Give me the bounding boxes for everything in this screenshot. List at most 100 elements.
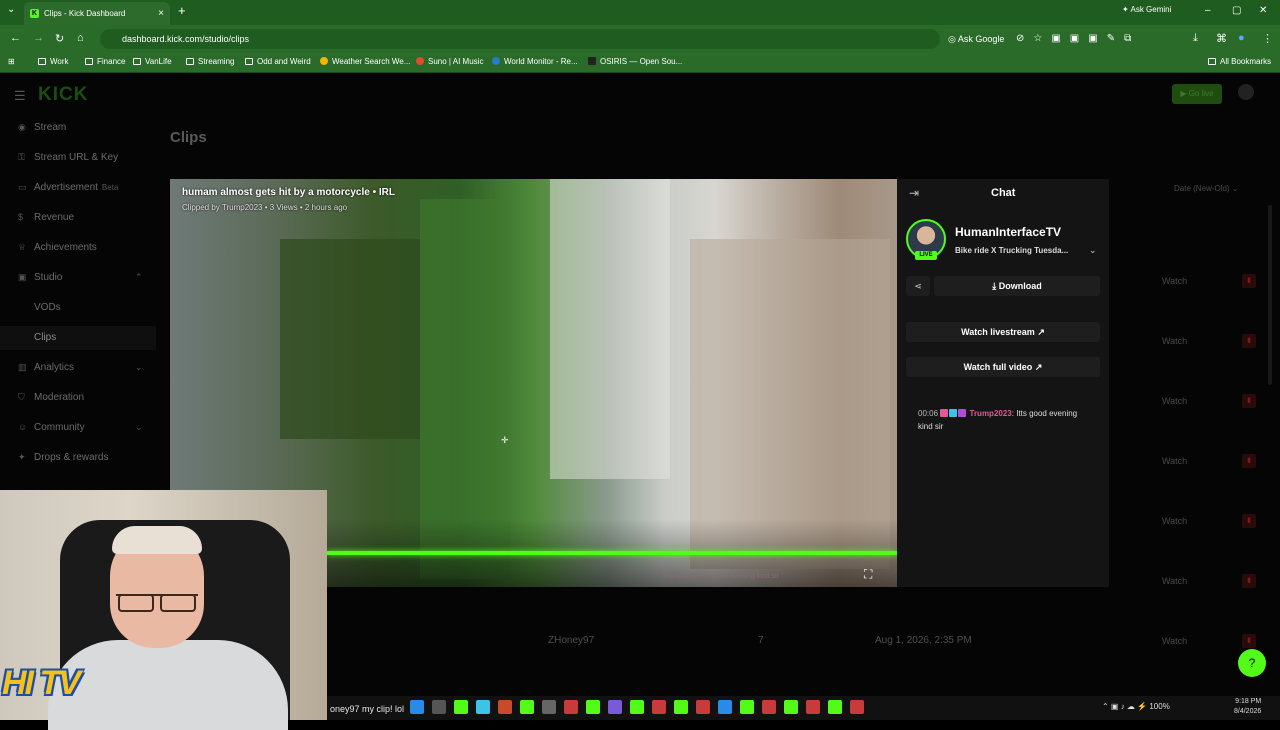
profile-icon[interactable]: ●: [1238, 32, 1245, 44]
maximize-icon[interactable]: ▢: [1232, 5, 1241, 16]
share-button[interactable]: ⋖: [906, 276, 930, 296]
collapse-chat-icon[interactable]: ⇥: [909, 186, 919, 200]
downloads-icon[interactable]: ⤓: [1193, 32, 1198, 45]
bookmark-suno[interactable]: Suno | AI Music: [416, 57, 483, 66]
sidebar-item-moderation[interactable]: ⛉ Moderation: [18, 392, 84, 403]
system-tray[interactable]: ⌃ ▣ ♪ ☁ ⚡ 100%: [1102, 702, 1170, 711]
edge-icon[interactable]: [718, 700, 732, 714]
sidebar-item-clips[interactable]: Clips: [34, 332, 56, 343]
sidebar-item-studio[interactable]: ▣ Studio: [18, 272, 62, 283]
watch-full-video-button[interactable]: Watch full video ↗: [906, 357, 1100, 377]
minimize-icon[interactable]: –: [1205, 5, 1211, 16]
hamburger-menu-icon[interactable]: ☰: [14, 88, 26, 104]
bookmark-world-monitor[interactable]: World Monitor - Re...: [492, 57, 578, 66]
ask-google-button[interactable]: ◎ Ask Google: [948, 34, 1004, 45]
close-window-icon[interactable]: ✕: [1259, 5, 1267, 16]
watch-livestream-button[interactable]: Watch livestream ↗: [906, 322, 1100, 342]
windows-start-icon[interactable]: [410, 700, 424, 714]
close-tab-icon[interactable]: ×: [158, 2, 164, 25]
kick-app-icon[interactable]: [586, 700, 600, 714]
app-icon[interactable]: [850, 700, 864, 714]
sidebar-item-advertisement[interactable]: ▭ Advertisement Beta: [18, 182, 118, 193]
chevron-up-icon[interactable]: ⌃: [135, 272, 143, 283]
new-tab-icon[interactable]: +: [178, 3, 186, 18]
user-avatar[interactable]: [1238, 84, 1254, 100]
app-icon[interactable]: [498, 700, 512, 714]
app-icon[interactable]: [476, 700, 490, 714]
reload-icon[interactable]: ↻: [55, 32, 64, 45]
download-button[interactable]: ⤓ Download: [934, 276, 1100, 296]
watch-button[interactable]: Watch: [1162, 516, 1187, 526]
delete-icon[interactable]: ▮: [1242, 394, 1256, 408]
bookmark-weather[interactable]: Weather Search We...: [320, 57, 410, 66]
extensions-icon[interactable]: ⊘☆▣▣▣✎⧉: [1016, 33, 1140, 44]
bookmark-vanlife[interactable]: VanLife: [133, 57, 172, 66]
apps-icon[interactable]: ⊞: [8, 57, 15, 66]
chevron-down-icon[interactable]: ⌄: [135, 422, 143, 433]
menu-icon[interactable]: ⋮: [1262, 32, 1273, 45]
app-icon[interactable]: [696, 700, 710, 714]
delete-icon[interactable]: ▮: [1242, 334, 1256, 348]
sidebar-item-revenue[interactable]: $ Revenue: [18, 212, 74, 223]
watch-button[interactable]: Watch: [1162, 276, 1187, 286]
kick-logo[interactable]: KICK: [38, 84, 88, 106]
app-icon[interactable]: [806, 700, 820, 714]
delete-icon[interactable]: ▮: [1242, 574, 1256, 588]
bookmark-streaming[interactable]: Streaming: [186, 57, 234, 66]
bookmark-odd-and-weird[interactable]: Odd and Weird: [245, 57, 311, 66]
sort-dropdown[interactable]: Date (New-Old) ⌄: [1174, 184, 1239, 193]
back-icon[interactable]: ←: [10, 32, 21, 44]
folder-icon: [1208, 58, 1216, 65]
app-icon[interactable]: [564, 700, 578, 714]
sidebar-item-stream-url-key[interactable]: ⚿ Stream URL & Key: [18, 152, 118, 163]
discord-icon[interactable]: [608, 700, 622, 714]
sidebar-item-community[interactable]: ☺ Community: [18, 422, 85, 433]
sidebar-item-stream[interactable]: ◉ Stream: [18, 122, 66, 133]
kick-app-icon[interactable]: [740, 700, 754, 714]
delete-icon[interactable]: ▮: [1242, 634, 1256, 648]
kick-app-icon[interactable]: [828, 700, 842, 714]
kick-app-icon[interactable]: [674, 700, 688, 714]
watch-button[interactable]: Watch: [1162, 456, 1187, 466]
chevron-down-icon[interactable]: ⌄: [1089, 245, 1097, 256]
go-live-button[interactable]: ▶ Go live: [1172, 84, 1222, 104]
sidebar-item-vods[interactable]: VODs: [34, 302, 61, 313]
kick-app-icon[interactable]: [630, 700, 644, 714]
forward-icon[interactable]: →: [33, 32, 44, 44]
bookmark-finance[interactable]: Finance: [85, 57, 125, 66]
tab-search-icon[interactable]: ⌄: [7, 4, 15, 15]
chevron-down-icon[interactable]: ⌄: [135, 362, 143, 373]
sidebar-item-analytics[interactable]: ▥ Analytics: [18, 362, 74, 373]
ask-gemini-button[interactable]: ✦ Ask Gemini: [1122, 5, 1171, 14]
delete-icon[interactable]: ▮: [1242, 514, 1256, 528]
app-icon[interactable]: [652, 700, 666, 714]
watch-button[interactable]: Watch: [1162, 636, 1187, 646]
kick-app-icon[interactable]: [454, 700, 468, 714]
scrollbar[interactable]: [1268, 205, 1272, 385]
fullscreen-icon[interactable]: ⛶: [864, 567, 872, 582]
app-icon[interactable]: [762, 700, 776, 714]
all-bookmarks[interactable]: All Bookmarks: [1208, 57, 1271, 66]
chat-username[interactable]: Trump2023: [970, 409, 1012, 418]
watch-button[interactable]: Watch: [1162, 336, 1187, 346]
video-progress-bar[interactable]: [327, 551, 897, 555]
kick-app-icon[interactable]: [784, 700, 798, 714]
browser-tab[interactable]: K Clips - Kick Dashboard ×: [24, 2, 170, 25]
channel-name[interactable]: HumanInterfaceTV: [955, 225, 1061, 239]
search-icon[interactable]: [432, 700, 446, 714]
bookmark-work[interactable]: Work: [38, 57, 69, 66]
bookmark-osiris[interactable]: OSIRIS — Open Sou...: [588, 57, 682, 66]
delete-icon[interactable]: ▮: [1242, 454, 1256, 468]
help-chat-icon[interactable]: ?: [1238, 649, 1266, 677]
kick-app-icon[interactable]: [520, 700, 534, 714]
watch-button[interactable]: Watch: [1162, 396, 1187, 406]
translate-icon[interactable]: ⌘: [1216, 32, 1227, 45]
sidebar-item-drops-rewards[interactable]: ✦ Drops & rewards: [18, 452, 108, 463]
app-icon[interactable]: [542, 700, 556, 714]
sidebar-item-achievements[interactable]: ♕ Achievements: [18, 242, 97, 253]
taskbar-clock[interactable]: 9:18 PM 8/4/2026: [1234, 697, 1261, 717]
watch-button[interactable]: Watch: [1162, 576, 1187, 586]
delete-icon[interactable]: ▮: [1242, 274, 1256, 288]
home-icon[interactable]: ⌂: [77, 32, 84, 44]
url-input[interactable]: dashboard.kick.com/studio/clips: [100, 29, 940, 49]
